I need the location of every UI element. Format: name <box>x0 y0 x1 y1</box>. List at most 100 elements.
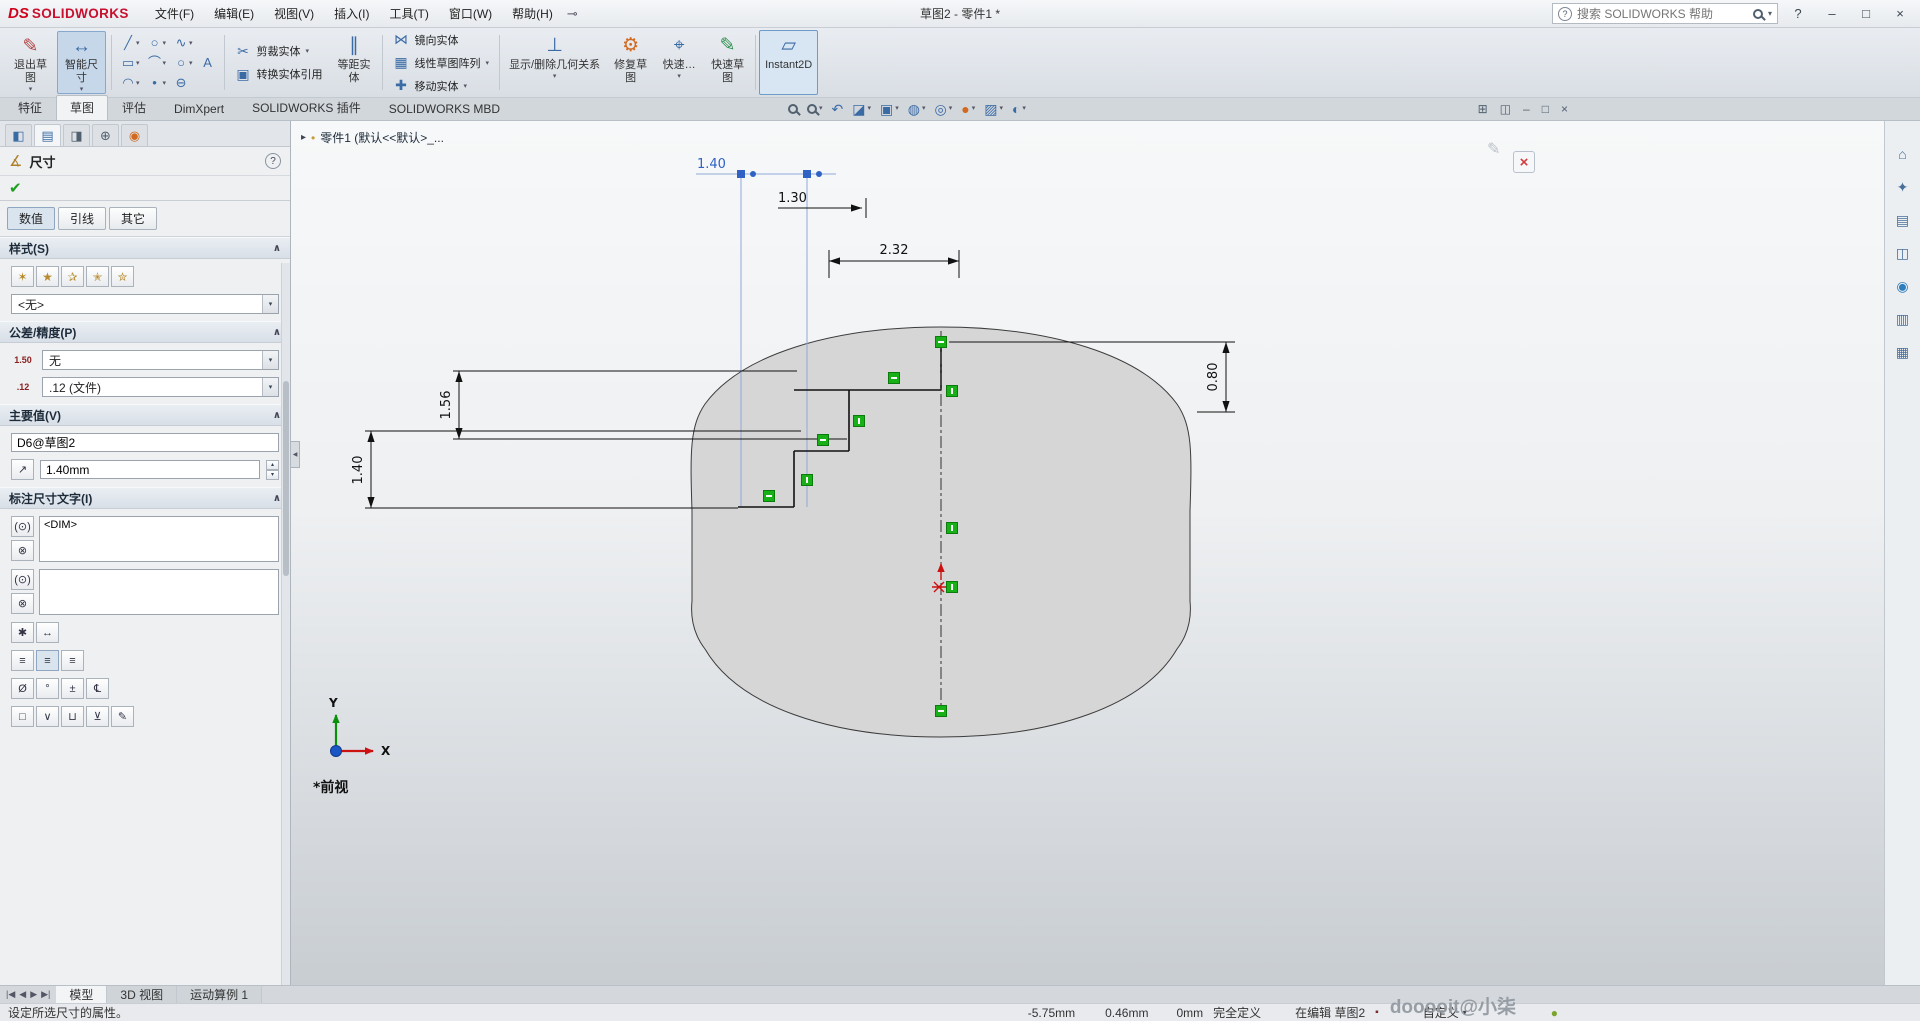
chevron-down-icon[interactable]: ▾ <box>895 101 899 117</box>
view-palette-button[interactable]: ◉ <box>1891 275 1915 297</box>
rectangle-tool-button[interactable]: ▭▾ <box>117 53 143 72</box>
dimension-value[interactable]: 2.32 <box>880 243 909 258</box>
centerline-symbol-button[interactable]: ℄ <box>86 678 109 699</box>
plus-minus-symbol-button[interactable]: ± <box>61 678 84 699</box>
panel-scrollbar[interactable] <box>281 263 290 985</box>
tab-sketch[interactable]: 草图 <box>56 95 108 120</box>
hide-show-items-button[interactable]: ◎▾ <box>934 101 952 117</box>
panel-help-button[interactable]: ? <box>265 153 281 169</box>
dim-text-strike-button-2[interactable]: ⊗ <box>11 593 34 614</box>
dimension-top-selected[interactable]: 1.40 <box>697 157 822 178</box>
maximize-button[interactable]: □ <box>1852 3 1880 25</box>
tolerance-group-header[interactable]: 公差/精度(P) ∧ <box>0 321 290 343</box>
sketch-text-button[interactable]: A <box>197 53 219 72</box>
slot-tool-button[interactable]: ⊖ <box>170 73 192 92</box>
design-library-button[interactable]: ▤ <box>1891 209 1915 231</box>
more-symbols-button[interactable]: ✱ <box>11 622 34 643</box>
dimension-grip[interactable] <box>750 171 756 177</box>
chevron-down-icon[interactable]: ▾ <box>999 101 1003 117</box>
tab-3d-views[interactable]: 3D 视图 <box>107 986 177 1003</box>
ok-button[interactable]: ✔ <box>9 179 22 197</box>
chevron-down-icon[interactable]: ▾ <box>949 101 953 117</box>
justify-right-button[interactable]: ≡ <box>61 650 84 671</box>
display-delete-relations-button[interactable]: ⊥ 显示/删除几何关系 ▾ <box>503 30 606 95</box>
sketch-canvas[interactable]: 1.40 1.30 2.32 0.80 <box>291 121 1884 985</box>
add-style-button[interactable]: ★ <box>36 266 59 287</box>
dim-text-strike-button[interactable]: ⊗ <box>11 540 34 561</box>
section-view-button[interactable]: ◪▾ <box>852 101 871 117</box>
menu-help[interactable]: 帮助(H) <box>502 1 563 26</box>
minimize-button[interactable]: – <box>1818 3 1846 25</box>
mirror-entities-button[interactable]: ⋈ 镜向实体 <box>386 29 497 50</box>
menu-view[interactable]: 视图(V) <box>264 1 324 26</box>
chevron-down-icon[interactable]: ▾ <box>163 79 167 87</box>
collapse-chevron-icon[interactable]: ∧ <box>273 243 281 254</box>
fillet-tool-button[interactable]: ◠▾ <box>117 73 143 92</box>
collapse-chevron-icon[interactable]: ∧ <box>273 327 281 338</box>
dimension-value[interactable]: 0.80 <box>1206 363 1221 392</box>
constraint-icon[interactable] <box>936 337 947 348</box>
menu-insert[interactable]: 插入(I) <box>324 1 379 26</box>
move-entities-button[interactable]: ✚ 移动实体 ▾ <box>386 75 497 96</box>
pin-menu-icon[interactable]: ⊸ <box>567 6 578 22</box>
featuremanager-tab[interactable]: ◧ <box>5 124 32 146</box>
dimension-1-30[interactable]: 1.30 <box>778 191 866 218</box>
arc-tool-button[interactable]: ⌒▾ <box>144 53 170 72</box>
constraint-icon[interactable] <box>764 491 775 502</box>
dimension-value-field[interactable] <box>40 460 260 479</box>
last-tab-button[interactable]: ▶| <box>41 989 50 1000</box>
constraint-icon[interactable] <box>936 706 947 717</box>
chevron-down-icon[interactable]: ▾ <box>189 59 193 67</box>
search-input[interactable] <box>1577 7 1748 21</box>
rapid-sketch-button[interactable]: ✎ 快速草图 <box>703 30 752 95</box>
dimension-2-32[interactable]: 2.32 <box>829 243 959 278</box>
prev-tab-button[interactable]: ◀ <box>19 989 26 1000</box>
tab-features[interactable]: 特征 <box>4 95 56 120</box>
next-tab-button[interactable]: ▶ <box>30 989 37 1000</box>
first-tab-button[interactable]: |◀ <box>6 989 15 1000</box>
collapse-chevron-icon[interactable]: ∧ <box>273 410 281 421</box>
style-select[interactable]: <无> ▾ <box>11 294 279 314</box>
dimension-value[interactable]: 1.56 <box>439 391 454 420</box>
cascade-windows-icon[interactable]: ⊞ <box>1478 102 1488 116</box>
tab-other[interactable]: 其它 <box>109 207 157 230</box>
tile-windows-icon[interactable]: ◫ <box>1500 102 1511 116</box>
help-button[interactable]: ? <box>1784 3 1812 25</box>
propertymanager-tab[interactable]: ▤ <box>34 124 61 146</box>
diameter-symbol-button[interactable]: Ø <box>11 678 34 699</box>
load-style-button[interactable]: ✮ <box>111 266 134 287</box>
collapse-chevron-icon[interactable]: ∧ <box>273 493 281 504</box>
graphics-viewport[interactable]: ▸ • 零件1 (默认<<默认>_... ✎ × ◀ <box>291 121 1884 985</box>
chevron-down-icon[interactable]: ▾ <box>306 47 310 55</box>
chevron-down-icon[interactable]: ▾ <box>136 39 140 47</box>
spline-tool-button[interactable]: ∿▾ <box>170 33 196 52</box>
dimension-name-field[interactable] <box>11 433 279 452</box>
apply-default-style-button[interactable]: ✶ <box>11 266 34 287</box>
tab-value[interactable]: 数值 <box>7 207 55 230</box>
style-group-header[interactable]: 样式(S) ∧ <box>0 237 290 259</box>
chevron-down-icon[interactable]: ▾ <box>136 59 140 67</box>
solidworks-resources-button[interactable]: ✦ <box>1891 176 1915 198</box>
part-tree-item[interactable]: 零件1 (默认<<默认>_... <box>320 129 444 146</box>
chevron-down-icon[interactable]: ▾ <box>464 82 468 90</box>
dimension-handle[interactable] <box>737 170 745 178</box>
dimension-value[interactable]: 1.40 <box>697 157 726 172</box>
edit-appearance-button[interactable]: ●▾ <box>961 101 975 117</box>
chevron-down-icon[interactable]: ▾ <box>163 39 167 47</box>
doc-restore-icon[interactable]: □ <box>1542 102 1549 116</box>
constraint-icon[interactable] <box>854 416 865 427</box>
menu-file[interactable]: 文件(F) <box>145 1 204 26</box>
tab-dimxpert[interactable]: DimXpert <box>160 98 238 120</box>
customize-menu[interactable]: 自定义 <box>1423 1004 1459 1021</box>
custom-symbol-button[interactable]: ✎ <box>111 706 134 727</box>
chevron-down-icon[interactable]: ▾ <box>262 295 278 313</box>
dimension-text-area[interactable]: <DIM> <box>39 516 279 562</box>
chevron-down-icon[interactable]: ▾ <box>29 85 33 94</box>
dimxpertmanager-tab[interactable]: ⊕ <box>92 124 119 146</box>
constraint-icon[interactable] <box>947 523 958 534</box>
flyout-feature-tree[interactable]: ▸ • 零件1 (默认<<默认>_... <box>301 129 444 146</box>
justify-center-button[interactable]: ≡ <box>36 650 59 671</box>
chevron-down-icon[interactable]: ▾ <box>262 378 278 396</box>
search-caret-icon[interactable]: ▾ <box>1768 9 1772 18</box>
display-style-button[interactable]: ◍▾ <box>908 101 926 117</box>
